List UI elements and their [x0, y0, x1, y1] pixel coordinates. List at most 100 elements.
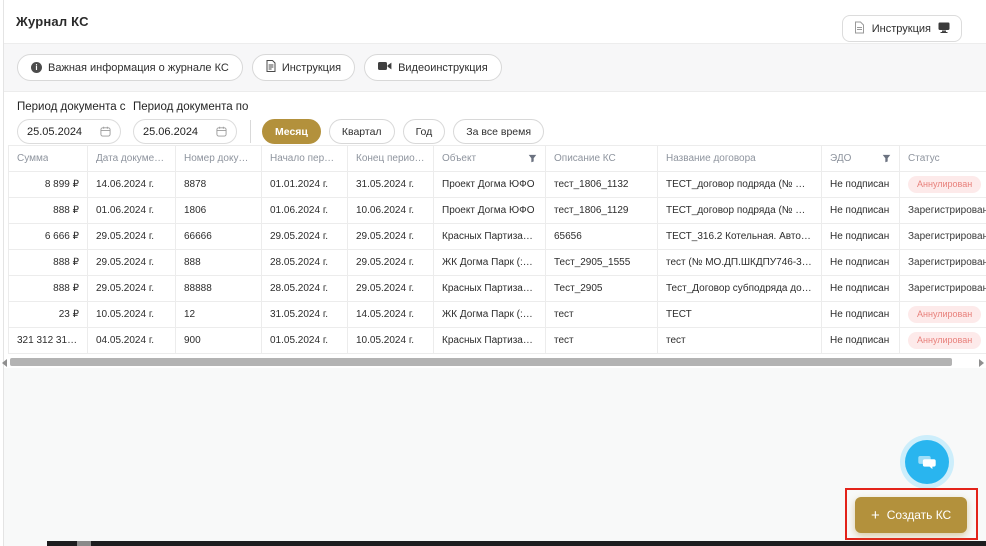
table-header-row: Сумма Дата документа Номер докумен… Нача… [8, 145, 986, 172]
cell-object: Проект Догма ЮФО [434, 172, 546, 198]
status-badge: Зарегистрирован [908, 276, 986, 301]
cell-contract: ТЕСТ_316.2 Котельная. Автоматизация [658, 224, 822, 250]
cell-object: Красных Партизан 222, … [434, 328, 546, 354]
column-header[interactable]: Сумма [8, 145, 88, 172]
column-header[interactable]: Начало периода [262, 145, 348, 172]
cell-object: Проект Догма ЮФО [434, 198, 546, 224]
date-to-input[interactable] [143, 126, 213, 138]
table-row[interactable]: 23 ₽ 10.05.2024 г. 12 31.05.2024 г. 14.0… [8, 302, 986, 328]
ks-table: Сумма Дата документа Номер докумен… Нача… [8, 145, 986, 354]
column-header-label: Дата документа [96, 146, 167, 172]
column-header[interactable]: Статус [900, 145, 986, 172]
period-alltime-button[interactable]: За все время [453, 119, 544, 144]
status-badge: Зарегистрирован [908, 224, 986, 249]
cell-doc-date: 29.05.2024 г. [88, 250, 176, 276]
column-header[interactable]: ЭДО [822, 145, 900, 172]
date-from-input[interactable] [27, 126, 97, 138]
important-info-button[interactable]: i Важная информация о журнале КС [17, 54, 243, 81]
video-instruction-button[interactable]: Видеоинструкция [364, 54, 502, 81]
date-from-label: Период документа с [17, 101, 126, 113]
create-ks-button[interactable]: + Создать КС [855, 497, 967, 533]
column-header[interactable]: Название договора [658, 145, 822, 172]
chat-bubbles-icon [916, 451, 938, 473]
date-to-field[interactable] [133, 119, 237, 144]
cell-sum: 6 666 ₽ [8, 224, 88, 250]
filter-row: Период документа с Период документа по М… [4, 92, 986, 145]
cell-sum: 23 ₽ [8, 302, 88, 328]
cell-contract: Тест_Договор субподряда до 500 тыс… [658, 276, 822, 302]
period-quarter-button[interactable]: Квартал [329, 119, 395, 144]
column-header[interactable]: Дата документа [88, 145, 176, 172]
cell-doc-number: 12 [176, 302, 262, 328]
column-header-label: Описание КС [554, 146, 616, 172]
important-info-label: Важная информация о журнале КС [48, 62, 229, 74]
cell-doc-number: 8878 [176, 172, 262, 198]
cell-edo: Не подписан [822, 302, 900, 328]
bottom-edge-gap [77, 541, 91, 546]
cell-sum: 321 312 312 ₽ [8, 328, 88, 354]
table-row[interactable]: 6 666 ₽ 29.05.2024 г. 66666 29.05.2024 г… [8, 224, 986, 250]
table-body: 8 899 ₽ 14.06.2024 г. 8878 01.01.2024 г.… [8, 172, 986, 354]
cell-doc-number: 900 [176, 328, 262, 354]
cell-period-start: 01.06.2024 г. [262, 198, 348, 224]
table-row[interactable]: 888 ₽ 29.05.2024 г. 88888 28.05.2024 г. … [8, 276, 986, 302]
plus-icon: + [871, 508, 880, 523]
date-to-label: Период документа по [133, 101, 248, 113]
table-row[interactable]: 321 312 312 ₽ 04.05.2024 г. 900 01.05.20… [8, 328, 986, 354]
table-row[interactable]: 8 899 ₽ 14.06.2024 г. 8878 01.01.2024 г.… [8, 172, 986, 198]
cell-object: Красных Партизан 222, … [434, 224, 546, 250]
column-header-label: Начало периода [270, 146, 339, 172]
instruction-button[interactable]: Инструкция [842, 15, 962, 42]
scrollbar-thumb[interactable] [10, 358, 952, 366]
cell-period-end: 31.05.2024 г. [348, 172, 434, 198]
cell-status: Аннулирован [900, 328, 986, 354]
column-header[interactable]: Описание КС [546, 145, 658, 172]
document-icon [854, 21, 865, 37]
instruction-pill-button[interactable]: Инструкция [252, 54, 355, 81]
column-header[interactable]: Конец периода [348, 145, 434, 172]
cell-period-end: 29.05.2024 г. [348, 250, 434, 276]
status-badge: Аннулирован [908, 176, 981, 193]
status-badge: Зарегистрирован [908, 250, 986, 275]
status-badge: Аннулирован [908, 306, 981, 323]
column-header-label: Конец периода [356, 146, 425, 172]
date-from-field[interactable] [17, 119, 121, 144]
filter-icon[interactable] [528, 154, 537, 163]
period-buttons: Месяц Квартал Год За все время [262, 119, 544, 144]
instruction-button-label: Инструкция [872, 23, 931, 35]
chat-button[interactable] [905, 440, 949, 484]
filter-icon[interactable] [882, 154, 891, 163]
cell-contract: тест [658, 328, 822, 354]
cell-description: Тест_2905_1555 [546, 250, 658, 276]
instruction-pill-label: Инструкция [282, 62, 341, 74]
cell-doc-number: 66666 [176, 224, 262, 250]
column-header[interactable]: Номер докумен… [176, 145, 262, 172]
bottom-edge-bar [47, 541, 986, 546]
page-title: Журнал КС [16, 14, 89, 29]
cell-status: Зарегистрирован [900, 250, 986, 276]
journal-ks-page: Журнал КС Инструкция i Важная информация… [0, 0, 986, 546]
cell-contract: ТЕСТ_договор подряда (№ МО.ДП.О… [658, 198, 822, 224]
cell-description: тест [546, 302, 658, 328]
period-month-button[interactable]: Месяц [262, 119, 321, 144]
cell-doc-date: 10.05.2024 г. [88, 302, 176, 328]
scroll-right-arrow-icon[interactable] [979, 359, 984, 367]
cell-period-start: 29.05.2024 г. [262, 224, 348, 250]
filter-divider [250, 120, 251, 143]
table-row[interactable]: 888 ₽ 29.05.2024 г. 888 28.05.2024 г. 29… [8, 250, 986, 276]
cell-period-end: 10.06.2024 г. [348, 198, 434, 224]
cell-contract: ТЕСТ [658, 302, 822, 328]
scroll-left-arrow-icon[interactable] [2, 359, 7, 367]
cell-period-start: 31.05.2024 г. [262, 302, 348, 328]
cell-edo: Не подписан [822, 250, 900, 276]
cell-sum: 888 ₽ [8, 276, 88, 302]
cell-description: тест_1806_1132 [546, 172, 658, 198]
cell-period-end: 29.05.2024 г. [348, 276, 434, 302]
cell-status: Аннулирован [900, 302, 986, 328]
period-year-button[interactable]: Год [403, 119, 446, 144]
table-row[interactable]: 888 ₽ 01.06.2024 г. 1806 01.06.2024 г. 1… [8, 198, 986, 224]
cell-doc-number: 888 [176, 250, 262, 276]
cell-sum: 8 899 ₽ [8, 172, 88, 198]
column-header[interactable]: Объект [434, 145, 546, 172]
horizontal-scrollbar[interactable] [0, 356, 986, 368]
